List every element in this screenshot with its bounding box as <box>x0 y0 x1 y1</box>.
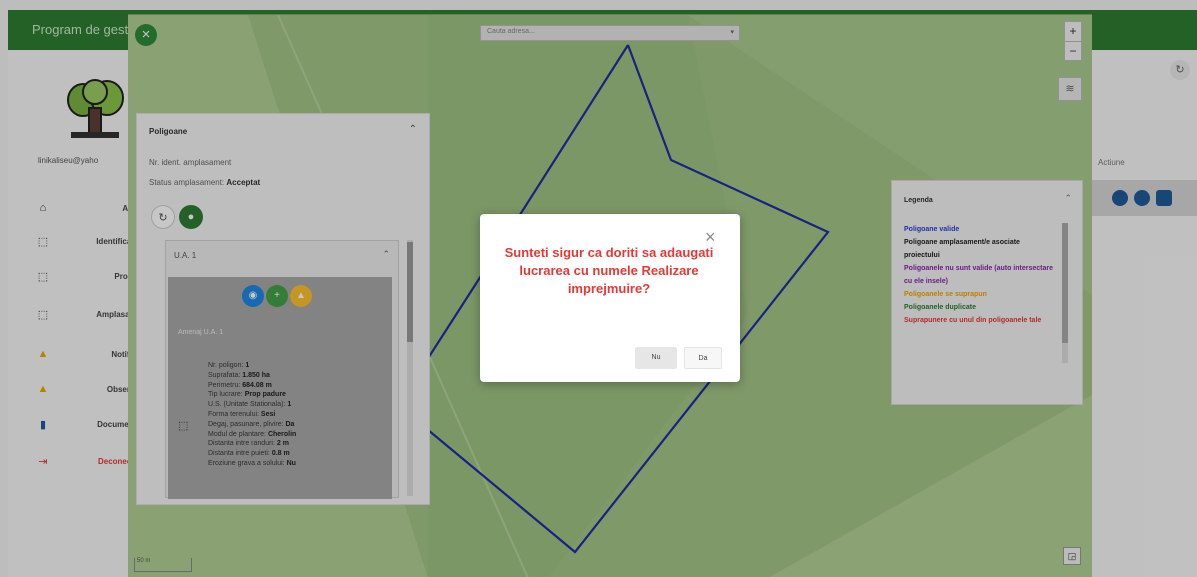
dialog-message: Sunteti sigur ca doriti sa adaugati lucr… <box>504 245 714 296</box>
no-button[interactable]: Nu <box>635 347 677 369</box>
confirm-dialog: × Sunteti sigur ca doriti sa adaugati lu… <box>480 214 740 382</box>
yes-button[interactable]: Da <box>684 347 722 369</box>
